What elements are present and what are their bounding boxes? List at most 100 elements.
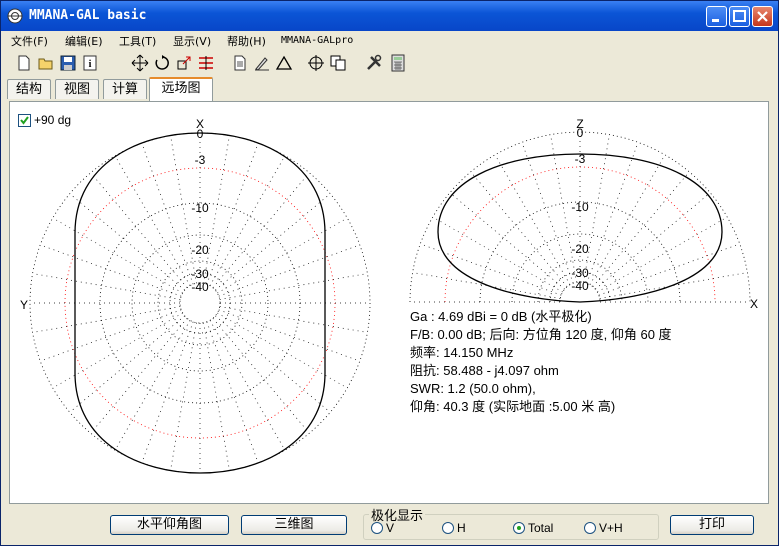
maximize-button[interactable] <box>729 6 750 27</box>
horizontal-spoke <box>206 143 259 285</box>
horizontal-spoke <box>219 273 368 300</box>
horizontal-spoke <box>114 155 191 286</box>
close-button[interactable] <box>752 6 773 27</box>
title-bar[interactable]: MMANA-GAL basic <box>1 1 778 31</box>
ring-label: -20 <box>571 242 589 256</box>
target-icon <box>308 55 324 71</box>
stretch-icon <box>199 56 213 70</box>
menu-tools[interactable]: 工具(T) <box>117 32 158 50</box>
move-icon <box>131 54 149 72</box>
menu-mmana-galpro[interactable]: MMANA-GALpro <box>279 34 355 47</box>
vertical-spoke <box>521 142 574 284</box>
horizontal-spoke <box>40 309 182 362</box>
horizontal-spoke <box>217 217 348 294</box>
copy-button[interactable] <box>329 54 347 72</box>
horizontal-spoke <box>141 143 194 285</box>
vertical-spoke <box>586 142 639 284</box>
info-button[interactable]: i <box>81 54 99 72</box>
open-icon <box>38 58 53 70</box>
document-icon <box>234 55 246 71</box>
tab-structure[interactable]: 结构 <box>7 79 51 99</box>
radio-v[interactable] <box>371 522 383 534</box>
scale-button[interactable] <box>175 54 193 72</box>
radio-v-plus-h-label: V+H <box>599 521 623 535</box>
vertical-spoke <box>597 216 728 293</box>
horizontal-spoke <box>32 306 181 333</box>
3d-plot-button[interactable]: 三维图 <box>241 515 347 535</box>
horizontal-axis-y-label: Y <box>20 298 28 312</box>
print-button[interactable]: 打印 <box>670 515 754 535</box>
ring-label: -40 <box>571 279 589 293</box>
tab-strip: 结构 视图 计算 远场图 <box>1 77 778 101</box>
radio-total[interactable] <box>513 522 525 534</box>
menu-file[interactable]: 文件(F) <box>9 32 50 50</box>
save-button[interactable] <box>59 54 77 72</box>
edit-icon <box>255 57 269 71</box>
horizontal-spoke <box>218 309 360 362</box>
vertical-spoke <box>432 216 563 293</box>
new-button[interactable] <box>15 54 33 72</box>
ring-label: -40 <box>191 280 209 294</box>
plus90-checkbox[interactable] <box>18 114 31 127</box>
rotate-icon <box>155 55 169 70</box>
radio-h[interactable] <box>442 522 454 534</box>
horizontal-spoke <box>219 306 368 333</box>
horizontal-spoke <box>217 312 348 389</box>
svg-text:i: i <box>89 59 92 70</box>
target-button[interactable] <box>307 54 325 72</box>
ring-label: -3 <box>575 152 586 166</box>
horizontal-spoke <box>141 321 194 463</box>
triangle-button[interactable] <box>275 54 293 72</box>
tab-far-field[interactable]: 远场图 <box>149 77 213 101</box>
horizontal-spoke <box>52 217 183 294</box>
copy-icon <box>330 55 346 71</box>
vertical-spoke <box>420 243 562 296</box>
radio-total-label: Total <box>528 521 554 535</box>
scale-icon <box>177 56 191 70</box>
document-button[interactable] <box>231 54 249 72</box>
far-field-plots: 0-3-10-20-30-40 0-3-10-20-30-40 X Y Z X <box>20 117 758 474</box>
calculator-icon <box>391 54 405 72</box>
horizontal-ring <box>29 132 371 474</box>
app-icon <box>7 8 23 24</box>
horizontal-spoke <box>212 172 310 288</box>
tools-button[interactable] <box>365 54 383 72</box>
radio-h-label: H <box>457 521 466 535</box>
horizontal-spoke <box>212 318 310 434</box>
info-icon: i <box>83 55 97 71</box>
horizontal-axis-x-label: X <box>196 117 204 131</box>
menu-view[interactable]: 显示(V) <box>171 32 213 50</box>
save-icon <box>60 55 76 71</box>
menu-help[interactable]: 帮助(H) <box>225 32 268 50</box>
new-icon <box>18 55 30 71</box>
horizontal-spoke <box>215 315 331 413</box>
move-button[interactable] <box>131 54 149 72</box>
horizontal-spoke <box>203 322 230 471</box>
far-field-panel: 0 -3 -10 -20 -30 -40 0 -3 -10 -20 -30 -40 X Y Z X … <box>9 101 769 504</box>
ring-label: -30 <box>571 266 589 280</box>
minimize-button[interactable] <box>706 6 727 27</box>
horizontal-grid <box>29 132 371 474</box>
horizontal-spoke <box>52 312 183 389</box>
stretch-button[interactable] <box>197 54 215 72</box>
toolbar: i <box>1 51 778 75</box>
edit-button[interactable] <box>253 54 271 72</box>
horizontal-spoke <box>206 321 259 463</box>
radio-v-label: V <box>386 521 395 535</box>
vertical-spoke <box>595 192 711 290</box>
app-window: MMANA-GAL basic 文件(F) 编辑(E) 工具(T) 显示(V) … <box>0 0 779 546</box>
calculator-button[interactable] <box>389 54 407 72</box>
menu-edit[interactable]: 编辑(E) <box>63 32 105 50</box>
tools-icon <box>367 54 382 70</box>
open-button[interactable] <box>37 54 55 72</box>
horizontal-elevation-button[interactable]: 水平仰角图 <box>110 515 229 535</box>
rotate-button[interactable] <box>153 54 171 72</box>
tab-calculate[interactable]: 计算 <box>103 79 147 99</box>
horizontal-spoke <box>218 244 360 297</box>
radio-v-plus-h[interactable] <box>584 522 596 534</box>
vertical-spoke <box>589 154 666 285</box>
horizontal-spoke <box>40 244 182 297</box>
window-title: MMANA-GAL basic <box>29 8 147 23</box>
tab-view[interactable]: 视图 <box>55 79 99 99</box>
vertical-spoke <box>494 154 571 285</box>
